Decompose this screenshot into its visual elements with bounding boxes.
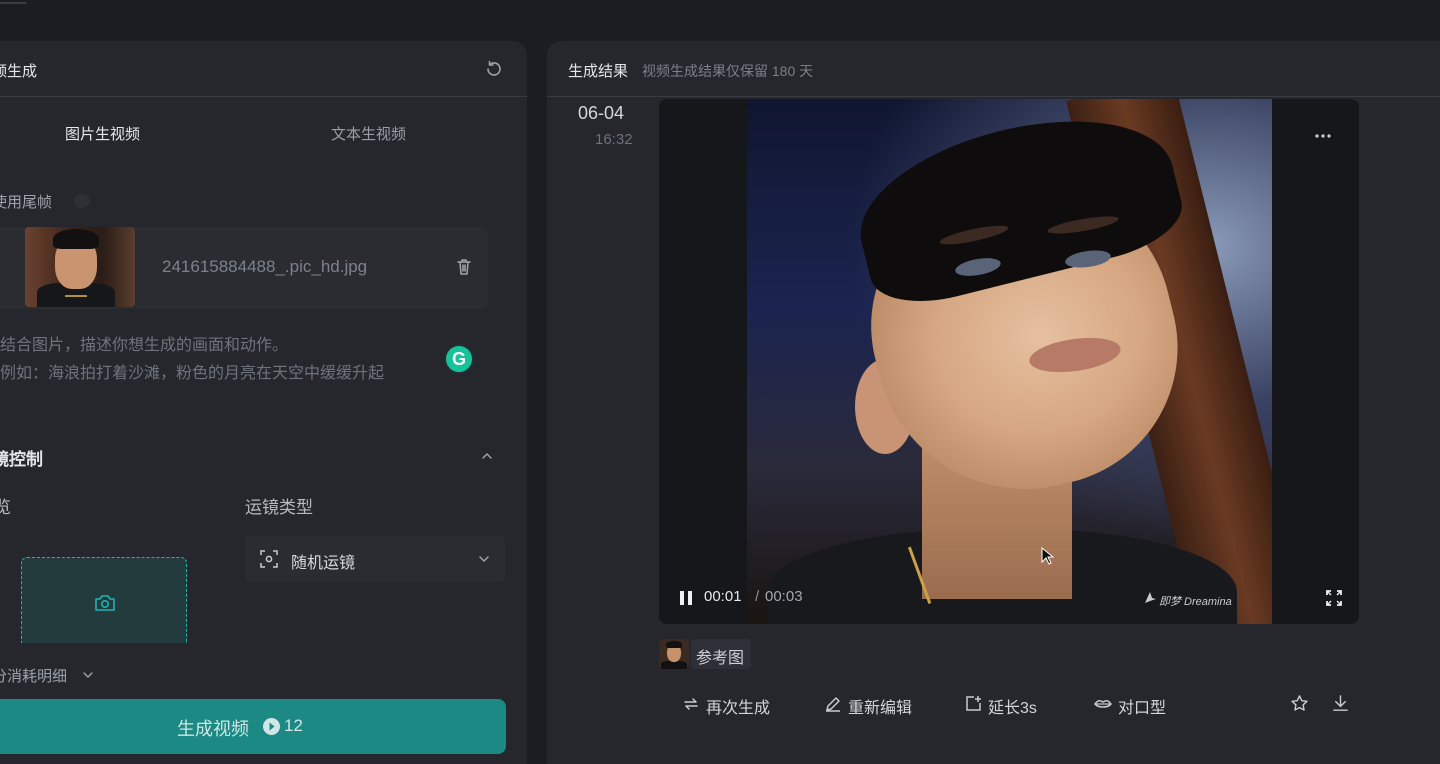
chevron-down-icon: [479, 556, 489, 562]
tab-text-to-video[interactable]: 文本生视频: [331, 123, 406, 144]
panel-title: 频生成: [0, 63, 38, 80]
reference-image-chip[interactable]: 参考图: [659, 638, 751, 670]
reference-image-thumbnail: [659, 639, 689, 669]
video-player[interactable]: 00:01 / 00:03 即梦 Dreamina: [659, 99, 1359, 624]
reference-label: 参考图: [696, 650, 745, 667]
video-frame: [747, 99, 1272, 624]
cost-detail-toggle[interactable]: 分消耗明细: [0, 665, 67, 686]
playback-total-time: 00:03: [765, 588, 803, 605]
generate-video-button[interactable]: 生成视频 12: [0, 699, 506, 754]
camera-type-select[interactable]: 随机运镜: [245, 536, 505, 582]
pen-icon: [826, 697, 840, 712]
grammarly-icon[interactable]: G: [444, 344, 474, 374]
reedit-label: 重新编辑: [848, 700, 913, 717]
end-frame-label: 使用尾帧: [0, 194, 53, 211]
regenerate-icon: [684, 698, 698, 710]
results-panel: 生成结果 视频生成结果仅保留 180 天 06-04 16:32 00:01 /…: [547, 41, 1440, 764]
uploaded-image-thumbnail: [25, 227, 135, 307]
download-icon[interactable]: [1331, 694, 1350, 713]
top-bar: [0, 0, 1440, 40]
pause-icon[interactable]: [679, 590, 693, 606]
credit-coin-icon: [263, 718, 280, 735]
prompt-placeholder-line-1: 结合图片，描述你想生成的画面和动作。: [0, 337, 289, 354]
prompt-input[interactable]: 结合图片，描述你想生成的画面和动作。 例如：海浪拍打着沙滩，粉色的月亮在天空中缓…: [0, 321, 488, 405]
uploaded-file-name: 241615884488_.pic_hd.jpg: [162, 257, 368, 276]
top-bar-underline: [0, 0, 26, 4]
prompt-placeholder-line-2: 例如：海浪拍打着沙滩，粉色的月亮在天空中缓缓升起: [0, 365, 385, 382]
camera-type-value: 随机运镜: [291, 555, 356, 572]
dreamina-logo-icon: [1145, 592, 1156, 603]
result-date: 06-04: [578, 103, 625, 123]
mouse-cursor-icon: [1041, 547, 1055, 565]
camera-icon: [95, 595, 115, 611]
camera-type-label: 运镜类型: [245, 498, 313, 517]
watermark: 即梦 Dreamina: [1159, 596, 1232, 608]
extend-label: 延长3s: [988, 700, 1037, 717]
extend-icon: [966, 696, 981, 711]
lip-sync-label: 对口型: [1118, 700, 1167, 717]
results-title: 生成结果: [568, 63, 629, 80]
results-header: 生成结果 视频生成结果仅保留 180 天: [547, 41, 1440, 97]
mode-tabs: 图片生视频 文本生视频: [0, 115, 527, 155]
video-generation-panel: 频生成 图片生视频 文本生视频 使用尾帧 241615884488_.pic_h…: [0, 41, 527, 764]
chevron-down-icon[interactable]: [82, 669, 94, 681]
panel-header: 频生成: [0, 41, 527, 97]
chevron-up-icon[interactable]: [480, 449, 494, 463]
generate-cost: 12: [284, 716, 303, 735]
star-icon[interactable]: [1290, 694, 1309, 713]
camera-preview-box[interactable]: [21, 557, 187, 643]
end-frame-toggle[interactable]: [74, 194, 90, 208]
fullscreen-icon[interactable]: [1325, 589, 1343, 607]
camera-control-title: 镜控制: [0, 450, 43, 469]
playback-separator: /: [755, 588, 760, 605]
focus-frame-icon: [260, 550, 278, 568]
generate-button-label: 生成视频: [177, 719, 249, 739]
playback-current-time: 00:01: [704, 588, 742, 605]
preview-label: 览: [0, 498, 11, 517]
results-retention-note: 视频生成结果仅保留 180 天: [642, 63, 814, 79]
tab-image-to-video[interactable]: 图片生视频: [65, 123, 140, 144]
uploaded-image-card[interactable]: 241615884488_.pic_hd.jpg: [0, 227, 488, 309]
more-options-icon[interactable]: [1310, 126, 1336, 146]
result-time: 16:32: [595, 131, 633, 148]
refresh-icon[interactable]: [484, 59, 504, 79]
trash-icon[interactable]: [454, 257, 474, 277]
lips-icon: [1094, 699, 1112, 708]
regenerate-label: 再次生成: [706, 700, 771, 717]
